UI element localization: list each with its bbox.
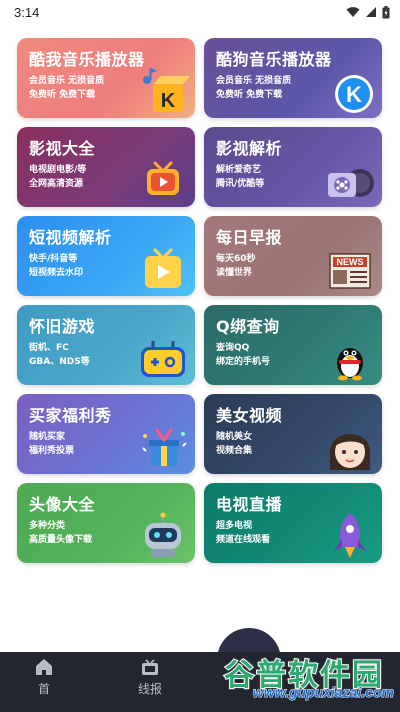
nav-item-label: 线报 [137, 682, 162, 696]
card-kugou-music[interactable]: 酷狗音乐播放器 会员音乐 无损音质 免费听 免费下载 K [204, 38, 382, 118]
nav-item-report[interactable]: 线报 [120, 658, 180, 708]
qq-penguin-icon [337, 348, 363, 381]
robot-icon [145, 512, 181, 557]
status-icons [346, 5, 390, 19]
card-daily-news[interactable]: 每日早报 每天60秒 读懂世界 NEWS [204, 216, 382, 296]
battery-icon [382, 5, 390, 18]
kuwo-music-icon: K [143, 68, 189, 112]
girl-avatar-icon [330, 434, 370, 470]
watermark-url: www.gupuxiazai.com [252, 684, 394, 701]
card-kuwo-music[interactable]: 酷我音乐播放器 会员音乐 无损音质 免费听 免费下载 K [17, 38, 195, 118]
card-video-parse[interactable]: 影视解析 解析爱奇艺 腾讯/优酷等 [204, 127, 382, 207]
status-bar: 3:14 [0, 0, 400, 24]
nav-item-label: 首 [37, 682, 50, 696]
svg-text:NEWS: NEWS [337, 257, 364, 267]
card-avatars[interactable]: 头像大全 多种分类 高质量头像下载 [17, 483, 195, 563]
rocket-icon [334, 513, 366, 558]
video-play-icon [145, 248, 181, 288]
newspaper-icon: NEWS [329, 253, 371, 289]
gamepad-icon [141, 341, 185, 377]
svg-text:K: K [346, 82, 362, 107]
kugou-music-icon: K [335, 75, 373, 113]
home-icon [36, 659, 52, 675]
card-tv-live[interactable]: 电视直播 超多电视 频道在线观看 [204, 483, 382, 563]
card-retro-games[interactable]: 怀旧游戏 街机、FC GBA、NDS等 [17, 305, 195, 385]
video-reel-icon [328, 169, 374, 197]
card-movies[interactable]: 影视大全 电视剧电影/等 全网高清资源 [17, 127, 195, 207]
watermark: 谷普软件园 www.gupuxiazai.com [214, 650, 395, 706]
gift-box-icon [142, 428, 187, 466]
svg-text:K: K [161, 90, 176, 112]
feature-grid: 酷我音乐播放器 会员音乐 无损音质 免费听 免费下载 K 酷狗音乐播放器 会员音… [17, 38, 383, 563]
report-icon [142, 659, 158, 675]
card-beauty-video[interactable]: 美女视频 随机美女 视频合集 [204, 394, 382, 474]
wifi-icon [346, 7, 360, 17]
status-time: 3:14 [14, 4, 40, 20]
card-qq-lookup[interactable]: Q绑查询 查询QQ 绑定的手机号 [204, 305, 382, 385]
nav-item-home[interactable]: 首 [14, 658, 74, 708]
tv-play-icon [147, 161, 179, 195]
card-short-video[interactable]: 短视频解析 快手/抖音等 短视频去水印 [17, 216, 195, 296]
signal-icon [366, 7, 376, 17]
card-buyer-show[interactable]: 买家福利秀 随机买家 福利秀投票 [17, 394, 195, 474]
